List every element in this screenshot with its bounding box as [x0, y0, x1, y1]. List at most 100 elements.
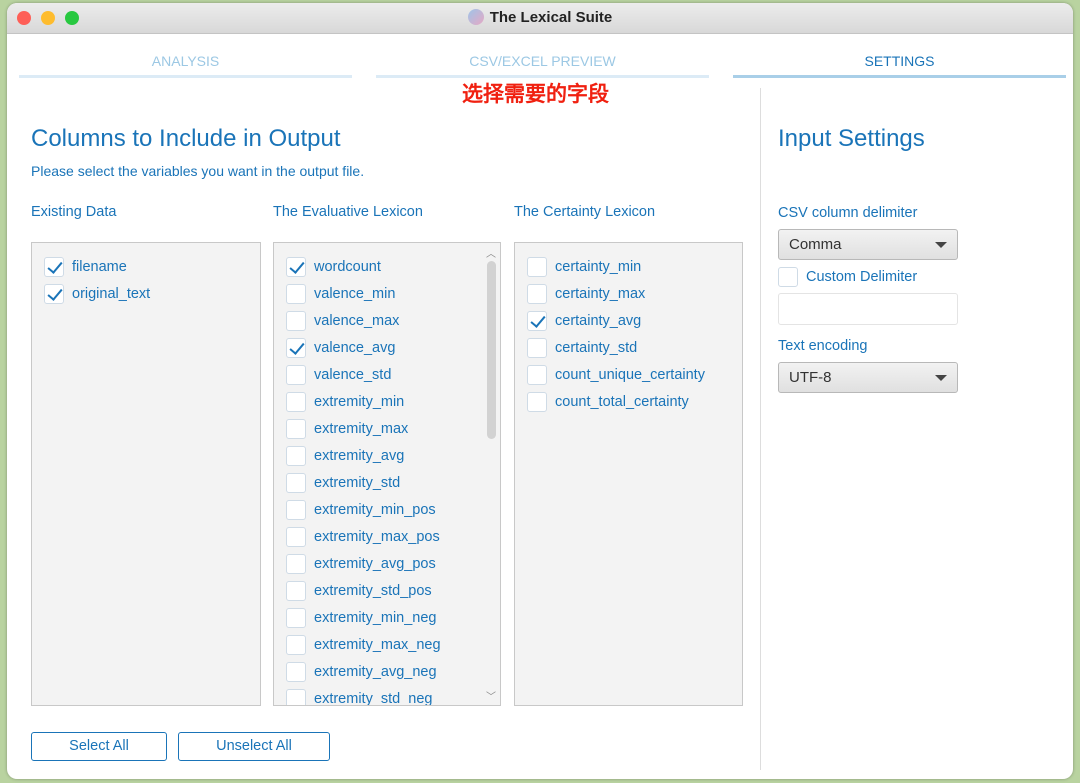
column-option-extremity-std-neg[interactable]: extremity_std_neg [286, 688, 432, 705]
tab-settings[interactable]: SETTINGS [733, 53, 1066, 78]
column-option-label: extremity_min [314, 394, 405, 410]
checkbox[interactable] [527, 338, 547, 358]
unselect-all-button[interactable]: Unselect All [178, 732, 330, 761]
checkbox[interactable] [527, 392, 547, 412]
column-option-label: original_text [72, 286, 151, 302]
column-option-valence-std[interactable]: valence_std [286, 364, 391, 386]
column-option-certainty-std[interactable]: certainty_std [527, 337, 637, 359]
chevron-down-icon [935, 242, 947, 248]
column-option-valence-avg[interactable]: valence_avg [286, 337, 395, 359]
checkbox[interactable] [527, 311, 547, 331]
checkbox[interactable] [286, 662, 306, 682]
checkbox[interactable] [286, 446, 306, 466]
scroll-up-icon[interactable]: ︿ [486, 245, 496, 260]
column-option-label: valence_max [314, 313, 400, 329]
column-option-extremity-max[interactable]: extremity_max [286, 418, 408, 440]
column-option-label: extremity_avg [314, 448, 405, 464]
column-option-extremity-std[interactable]: extremity_std [286, 472, 400, 494]
scroll-down-icon[interactable]: ﹀ [486, 688, 496, 703]
column-option-extremity-avg[interactable]: extremity_avg [286, 445, 404, 467]
tab-csv-excel-preview[interactable]: CSV/EXCEL PREVIEW [376, 53, 709, 78]
checkbox[interactable] [286, 527, 306, 547]
custom-delimiter-checkbox[interactable]: Custom Delimiter [778, 266, 917, 288]
divider [760, 88, 761, 770]
column-option-label: valence_min [314, 286, 396, 302]
checkbox[interactable] [286, 284, 306, 304]
group-label-existing: Existing Data [31, 204, 117, 220]
scrollbar-thumb[interactable] [487, 261, 496, 439]
column-option-label: extremity_std [314, 475, 401, 491]
column-option-certainty-avg[interactable]: certainty_avg [527, 310, 641, 332]
column-option-certainty-min[interactable]: certainty_min [527, 256, 641, 278]
output-title: Columns to Include in Output [31, 125, 341, 152]
delimiter-select[interactable]: Comma [778, 229, 958, 260]
checkbox[interactable] [286, 365, 306, 385]
annotation-text: 选择需要的字段 [462, 83, 609, 106]
existing-data-list: filename original_text [31, 242, 261, 706]
checkbox[interactable] [286, 689, 306, 705]
group-label-evaluative: The Evaluative Lexicon [273, 204, 423, 220]
checkbox[interactable] [286, 635, 306, 655]
column-option-extremity-avg-pos[interactable]: extremity_avg_pos [286, 553, 436, 575]
encoding-select[interactable]: UTF-8 [778, 362, 958, 393]
checkbox[interactable] [286, 338, 306, 358]
column-option-label: extremity_max_neg [314, 637, 441, 653]
checkbox[interactable] [286, 311, 306, 331]
column-option-extremity-min-neg[interactable]: extremity_min_neg [286, 607, 437, 629]
custom-delimiter-label: Custom Delimiter [806, 269, 918, 285]
checkbox[interactable] [286, 581, 306, 601]
column-option-extremity-max-pos[interactable]: extremity_max_pos [286, 526, 440, 548]
checkbox[interactable] [44, 257, 64, 277]
checkbox[interactable] [527, 365, 547, 385]
checkbox[interactable] [778, 267, 798, 287]
window-title-text: The Lexical Suite [489, 9, 613, 26]
column-option-valence-min[interactable]: valence_min [286, 283, 395, 305]
column-option-wordcount[interactable]: wordcount [286, 256, 381, 278]
app-window: The Lexical Suite ANALYSIS CSV/EXCEL PRE… [7, 3, 1073, 779]
checkbox[interactable] [286, 257, 306, 277]
column-option-filename[interactable]: filename [44, 256, 127, 278]
column-option-label: certainty_min [555, 259, 642, 275]
delimiter-value: Comma [789, 236, 842, 253]
column-option-label: extremity_avg_neg [314, 664, 437, 680]
encoding-value: UTF-8 [789, 369, 832, 386]
tab-analysis[interactable]: ANALYSIS [19, 53, 352, 78]
custom-delimiter-input[interactable] [778, 293, 958, 325]
checkbox[interactable] [527, 257, 547, 277]
select-all-button[interactable]: Select All [31, 732, 167, 761]
column-option-label: extremity_std_pos [314, 583, 432, 599]
checkbox[interactable] [286, 419, 306, 439]
group-label-certainty: The Certainty Lexicon [514, 204, 656, 220]
column-option-label: wordcount [314, 259, 381, 275]
encoding-label: Text encoding [778, 338, 868, 354]
column-option-extremity-std-pos[interactable]: extremity_std_pos [286, 580, 432, 602]
column-option-label: count_unique_certainty [555, 367, 705, 383]
column-option-label: extremity_max_pos [314, 529, 440, 545]
column-option-label: filename [72, 259, 127, 275]
input-settings-title: Input Settings [778, 125, 925, 152]
column-option-extremity-min-pos[interactable]: extremity_min_pos [286, 499, 436, 521]
certainty-lexicon-list: certainty_min certainty_max certainty_avgc… [514, 242, 743, 706]
column-option-label: extremity_min_pos [314, 502, 436, 518]
checkbox[interactable] [286, 473, 306, 493]
checkbox[interactable] [286, 392, 306, 412]
column-option-label: extremity_avg_pos [314, 556, 436, 572]
column-option-label: extremity_min_neg [314, 610, 437, 626]
column-option-count-unique-certainty[interactable]: count_unique_certainty [527, 364, 705, 386]
column-option-extremity-max-neg[interactable]: extremity_max_neg [286, 634, 441, 656]
checkbox[interactable] [286, 500, 306, 520]
column-option-label: certainty_avg [555, 313, 642, 329]
checkbox[interactable] [44, 284, 64, 304]
column-option-label: valence_std [314, 367, 392, 383]
column-option-extremity-avg-neg[interactable]: extremity_avg_neg [286, 661, 437, 683]
column-option-valence-max[interactable]: valence_max [286, 310, 399, 332]
checkbox[interactable] [286, 554, 306, 574]
checkbox[interactable] [286, 608, 306, 628]
column-option-certainty-max[interactable]: certainty_max [527, 283, 645, 305]
column-option-original-text[interactable]: original_text [44, 283, 150, 305]
checkbox[interactable] [527, 284, 547, 304]
column-option-label: certainty_max [555, 286, 646, 302]
column-option-extremity-min[interactable]: extremity_min [286, 391, 404, 413]
column-option-count-total-certainty[interactable]: count_total_certainty [527, 391, 689, 413]
delimiter-label: CSV column delimiter [778, 205, 918, 221]
